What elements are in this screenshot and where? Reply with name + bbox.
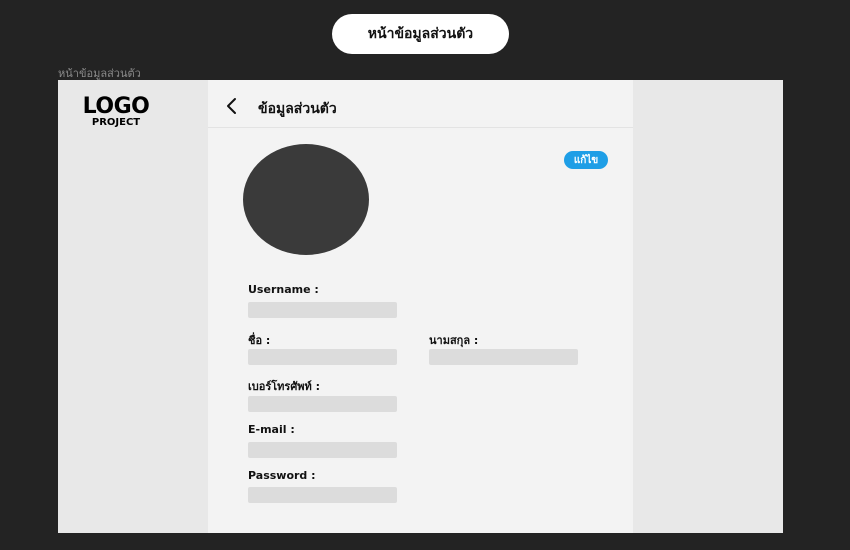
logo-sub-text: PROJECT: [91, 117, 141, 128]
page-title: ข้อมูลส่วนตัว: [258, 101, 337, 117]
logo[interactable]: LOGO PROJECT: [82, 94, 150, 129]
lastname-label: นามสกุล :: [429, 334, 479, 347]
phone-input[interactable]: [248, 396, 397, 412]
email-input[interactable]: [248, 442, 397, 458]
password-label: Password :: [248, 469, 316, 482]
content-header: ข้อมูลส่วนตัว: [208, 80, 633, 128]
username-input[interactable]: [248, 302, 397, 318]
chevron-left-icon: [227, 98, 236, 114]
avatar: [243, 144, 369, 255]
firstname-label: ชื่อ :: [248, 334, 271, 347]
edit-button[interactable]: แก้ไข: [564, 151, 608, 169]
phone-label: เบอร์โทรศัพท์ :: [248, 380, 321, 393]
page-title-pill: หน้าข้อมูลส่วนตัว: [332, 14, 509, 54]
back-button[interactable]: [224, 97, 240, 115]
profile-content-panel: ข้อมูลส่วนตัว แก้ไข Username : ชื่อ : นา…: [208, 80, 633, 533]
firstname-input[interactable]: [248, 349, 397, 365]
email-label: E-mail :: [248, 423, 295, 436]
profile-screen-frame: LOGO PROJECT ข้อมูลส่วนตัว แก้ไข Usernam…: [58, 80, 783, 533]
username-label: Username :: [248, 283, 319, 296]
password-input[interactable]: [248, 487, 397, 503]
lastname-input[interactable]: [429, 349, 578, 365]
logo-main-text: LOGO: [82, 94, 150, 119]
